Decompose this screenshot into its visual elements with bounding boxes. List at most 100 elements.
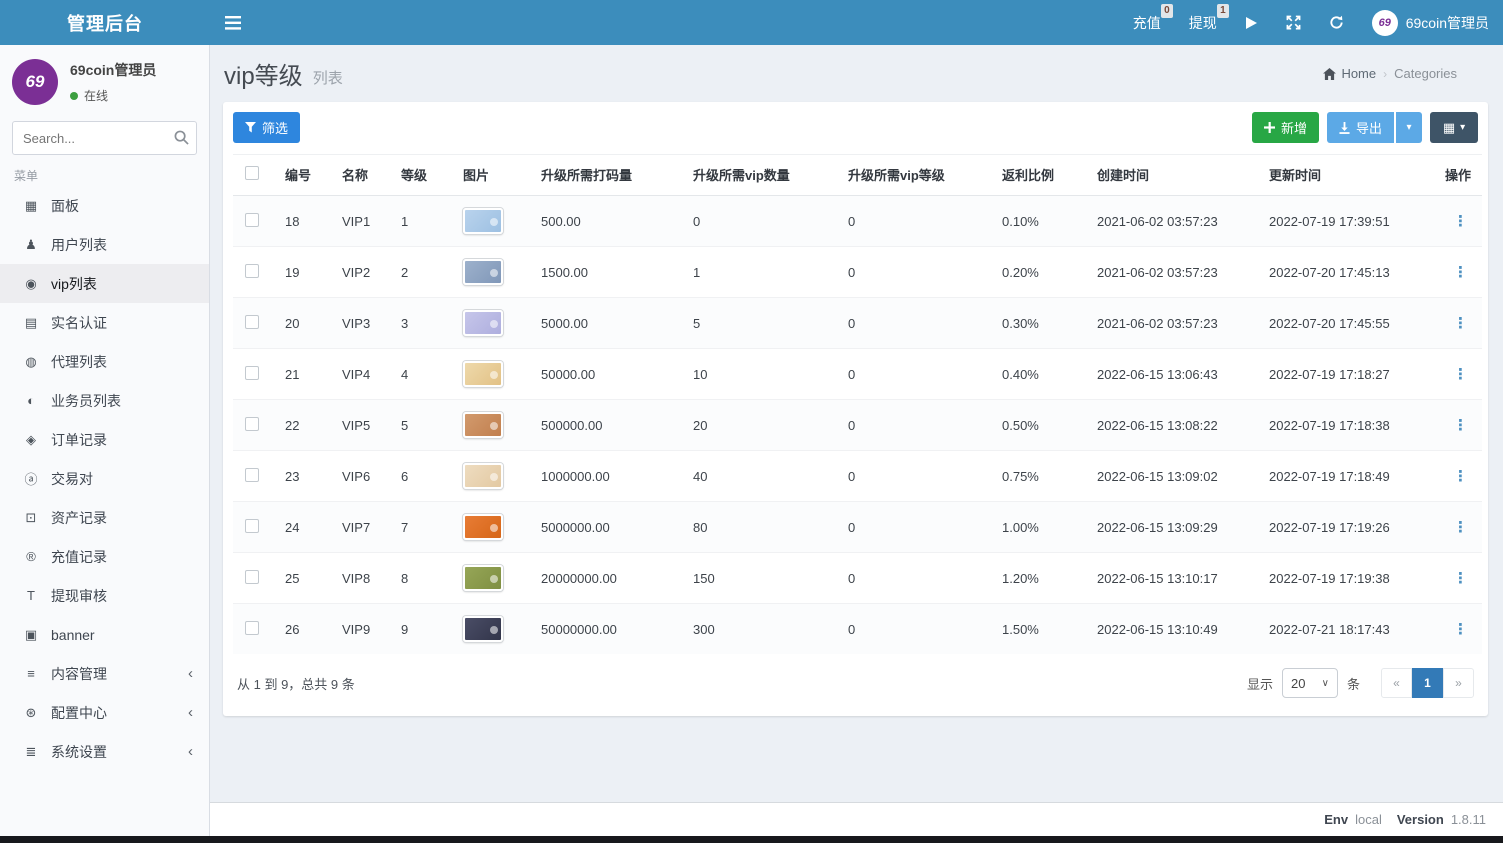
column-header-vip-count[interactable]: 升级所需vip数量 [685,154,840,196]
page-size-select[interactable]: 20 ∨ [1281,668,1338,698]
refresh-button[interactable] [1329,15,1344,30]
page-footer: Env local Version 1.8.11 [210,802,1503,836]
cell-id-value: 18 [285,213,300,229]
filter-button[interactable]: 筛选 [233,112,301,143]
sidebar-item-real-name-auth[interactable]: ▤ 实名认证 [0,303,209,342]
column-header-level[interactable]: 等级 [393,154,455,196]
nav-recharge-link[interactable]: 充值 0 [1133,3,1173,33]
toolbar-right: 新增 导出 ▾ ▦ ▾ [1251,112,1478,143]
sidebar-item-config-center[interactable]: ⊛ 配置中心 ‹ [0,693,209,732]
sidebar-item-user-list[interactable]: ♟ 用户列表 [0,225,209,264]
sidebar-item-dashboard[interactable]: ▦ 面板 [0,186,209,225]
column-header-id[interactable]: 编号 [277,154,334,196]
cell-level: 5 [393,399,455,451]
menu-section-label: 菜单 [14,169,39,183]
next-page-button[interactable]: » [1443,668,1474,698]
sidebar-item-vip-list[interactable]: ◉ vip列表 [0,264,209,303]
cell-id: 21 [277,348,334,400]
sidebar-item-salesman-list[interactable]: ◐ 业务员列表 [0,381,209,420]
sidebar-item-withdraw-review[interactable]: T 提现审核 [0,576,209,615]
row-checkbox[interactable] [245,569,259,584]
column-header-dama[interactable]: 升级所需打码量 [533,154,685,196]
row-checkbox[interactable] [245,212,259,227]
fullscreen-button[interactable] [1286,15,1301,30]
sidebar-toggle-button[interactable] [210,0,256,45]
search-button[interactable] [174,130,189,145]
cell-actions: ⋮ [1437,246,1482,298]
cell-ratio-value: 0.30% [1002,315,1039,331]
column-header-vip-level[interactable]: 升级所需vip等级 [840,154,994,196]
row-actions-button[interactable]: ⋮ [1445,315,1476,332]
sidebar-item-order-records[interactable]: ◈ 订单记录 [0,420,209,459]
hamburger-icon [225,15,241,30]
column-header-created[interactable]: 创建时间 [1089,154,1261,196]
pagination-controls: 显示 20 ∨ 条 « 1 » [1247,668,1474,698]
cell-id: 25 [277,552,334,604]
version-value: 1.8.11 [1450,812,1486,827]
row-actions-button[interactable]: ⋮ [1445,366,1476,383]
row-actions-button[interactable]: ⋮ [1445,213,1476,230]
sidebar-item-agent-list[interactable]: ◍ 代理列表 [0,342,209,381]
download-icon [1339,121,1350,134]
vip-card-image[interactable] [463,514,503,540]
columns-button[interactable]: ▦ ▾ [1430,112,1478,143]
vip-card-image[interactable] [463,310,503,336]
row-checkbox[interactable] [245,263,259,278]
column-header-actions[interactable]: 操作 [1437,154,1482,196]
row-checkbox[interactable] [245,314,259,329]
play-button[interactable] [1245,16,1258,30]
user-menu[interactable]: 69 69coin管理员 [1371,9,1489,36]
row-actions-button[interactable]: ⋮ [1445,570,1476,587]
select-all-checkbox[interactable] [245,166,259,180]
vip-card-image[interactable] [463,208,503,234]
nav-withdraw-link[interactable]: 提现 1 [1189,3,1229,33]
cell-updated: 2022-07-21 18:17:43 [1261,603,1437,654]
export-button[interactable]: 导出 [1326,112,1394,143]
row-checkbox[interactable] [245,416,259,431]
column-header-image[interactable]: 图片 [455,154,533,196]
prev-page-button[interactable]: « [1381,668,1412,698]
column-header-ratio[interactable]: 返利比例 [994,154,1089,196]
row-actions-button[interactable]: ⋮ [1445,468,1476,485]
row-actions-button[interactable]: ⋮ [1445,264,1476,281]
row-checkbox[interactable] [245,467,259,482]
home-icon [1323,67,1337,80]
column-header-name[interactable]: 名称 [334,154,393,196]
sidebar-item-asset-records[interactable]: ⊡ 资产记录 [0,498,209,537]
row-checkbox[interactable] [245,620,259,635]
add-button[interactable]: 新增 [1251,112,1319,143]
cell-dama: 500000.00 [533,399,685,451]
sidebar-item-recharge-records[interactable]: ® 充值记录 [0,537,209,576]
vip-card-image[interactable] [463,616,503,642]
cell-image [455,348,533,400]
vip-card-image[interactable] [463,259,503,285]
pagination: « 1 » [1381,668,1474,698]
row-checkbox[interactable] [245,365,259,380]
row-actions-button[interactable]: ⋮ [1445,417,1476,434]
cell-id: 18 [277,196,334,247]
sidebar-item-content-management[interactable]: ≡ 内容管理 ‹ [0,654,209,693]
page-1-button[interactable]: 1 [1412,668,1443,698]
breadcrumb-home-link[interactable]: Home [1323,66,1376,81]
vip-card-image[interactable] [463,463,503,489]
navbar-user-name: 69coin管理员 [1405,14,1489,31]
column-header-updated[interactable]: 更新时间 [1261,154,1437,196]
sidebar-item-trade-pairs[interactable]: ⓐ 交易对 [0,459,209,498]
cell-created-value: 2022-06-15 13:06:43 [1097,366,1218,382]
cell-dama: 1000000.00 [533,450,685,502]
vip-card-image[interactable] [463,412,503,438]
bars-icon: ≡ [27,666,35,681]
cell-id-value: 26 [285,621,300,637]
export-dropdown-button[interactable]: ▾ [1396,112,1422,143]
search-input[interactable] [12,121,197,155]
row-actions-button[interactable]: ⋮ [1445,621,1476,638]
cube-icon: ◈ [26,431,36,447]
cell-vip-count: 40 [685,450,840,502]
vip-card-image[interactable] [463,361,503,387]
sidebar-item-banner[interactable]: ▣ banner [0,615,209,654]
row-actions-button[interactable]: ⋮ [1445,519,1476,536]
sidebar-item-system-settings[interactable]: ≣ 系统设置 ‹ [0,732,209,771]
cell-created: 2021-06-02 03:57:23 [1089,196,1261,247]
vip-card-image[interactable] [463,565,503,591]
row-checkbox[interactable] [245,518,259,533]
